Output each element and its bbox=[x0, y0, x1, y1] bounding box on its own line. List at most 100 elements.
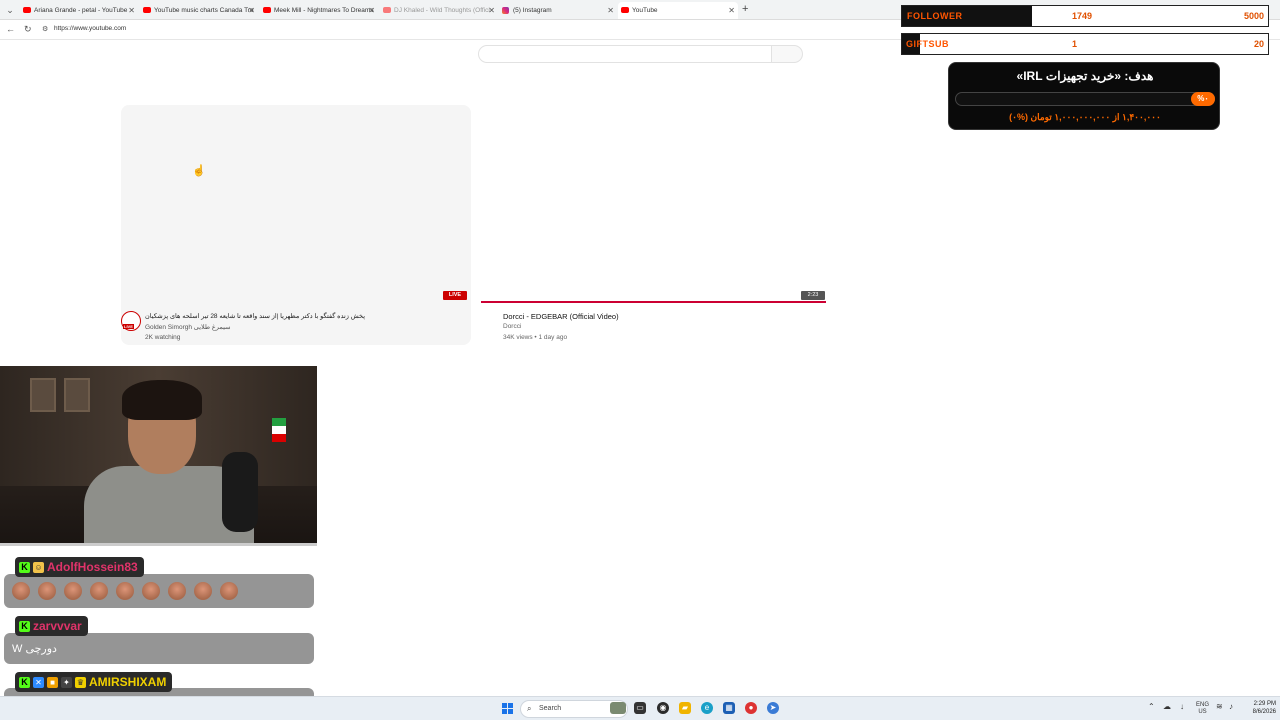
microphone bbox=[222, 452, 258, 532]
url-field[interactable]: https://www.youtube.com bbox=[54, 25, 126, 32]
tab-label: YouTube bbox=[632, 7, 658, 14]
chat-username[interactable]: zarvvvar bbox=[33, 619, 82, 633]
search-icon: ⌕ bbox=[527, 704, 532, 713]
kick-badge-icon: K bbox=[19, 620, 30, 632]
browser-tab-active[interactable]: YouTube ✕ bbox=[618, 2, 738, 19]
emote bbox=[116, 582, 134, 600]
youtube-icon bbox=[143, 7, 151, 13]
video-title[interactable]: پخش زنده گفتگو با دکتر مظهریا |از سند وا… bbox=[145, 312, 405, 320]
video-thumbnail[interactable] bbox=[121, 105, 471, 345]
wall-frame bbox=[30, 378, 56, 412]
region-label: US bbox=[1198, 709, 1207, 715]
wifi-icon[interactable]: ≋ bbox=[1216, 703, 1223, 711]
back-arrow-icon[interactable]: ← bbox=[6, 24, 15, 34]
sword-badge-icon: ✕ bbox=[33, 676, 44, 688]
kick-badge-icon: K bbox=[19, 561, 30, 573]
browser-tab[interactable]: YouTube music charts Canada Tre ✕ bbox=[140, 2, 258, 19]
browser-tab[interactable]: DJ Khaled - Wild Thoughts (Offici ✕ bbox=[380, 2, 498, 19]
goal-amount: ۱,۴۰۰,۰۰۰ از ۱,۰۰۰,۰۰۰,۰۰۰ تومان (%۰) bbox=[1009, 112, 1161, 122]
avatar-live-tag: LIVE bbox=[123, 324, 134, 329]
flag bbox=[272, 418, 286, 442]
chat-username-tag: K ☺ AdolfHossein83 bbox=[15, 557, 144, 577]
giftsub-goal: 20 bbox=[1253, 39, 1264, 49]
goal-title: هدف: «خرید تجهیزات IRL» bbox=[1016, 69, 1154, 83]
live-badge: LIVE bbox=[443, 291, 467, 300]
taskbar-search-placeholder: Search bbox=[539, 705, 562, 712]
giftsub-count: 1 bbox=[1072, 39, 1078, 49]
chrome-icon[interactable]: ● bbox=[745, 702, 757, 714]
close-icon[interactable]: ✕ bbox=[728, 2, 735, 19]
giftsub-label-block: GIFTSUB bbox=[902, 34, 949, 54]
chat-username[interactable]: AdolfHossein83 bbox=[47, 560, 138, 574]
emote bbox=[90, 582, 108, 600]
network-icon[interactable]: ☁ bbox=[1163, 703, 1171, 711]
clock-date: 8/6/2026 bbox=[1252, 709, 1276, 715]
youtube-icon bbox=[383, 7, 391, 13]
reload-icon[interactable]: ↻ bbox=[24, 24, 32, 35]
donation-goal-box: هدف: «خرید تجهیزات IRL» %۰ ۱,۴۰۰,۰۰۰ از … bbox=[948, 62, 1220, 130]
edge-browser-icon[interactable]: e bbox=[701, 702, 713, 714]
tab-search-dropdown-icon[interactable]: ⌄ bbox=[4, 4, 16, 16]
emoji-badge-icon: ☺ bbox=[33, 561, 44, 573]
browser-tab[interactable]: Meek Mill - Nightmares To Dreams ✕ bbox=[260, 2, 378, 19]
hand-cursor-icon: ☝ bbox=[192, 165, 206, 177]
close-icon[interactable]: ✕ bbox=[368, 2, 375, 19]
tab-label: Ariana Grande - petal - YouTube bbox=[34, 7, 128, 14]
tab-label: DJ Khaled - Wild Thoughts (Offici bbox=[394, 7, 490, 14]
kick-badge-icon: K bbox=[19, 676, 30, 688]
close-icon[interactable]: ✕ bbox=[488, 2, 495, 19]
video-meta: 34K views • 1 day ago bbox=[503, 334, 568, 341]
box-badge-icon: ■ bbox=[47, 676, 58, 688]
youtube-icon bbox=[263, 7, 271, 13]
emote bbox=[142, 582, 160, 600]
language-indicator[interactable]: ENG US bbox=[1196, 702, 1209, 716]
watch-progress-bar bbox=[481, 301, 826, 303]
volume-icon[interactable]: ♪ bbox=[1229, 703, 1233, 711]
goal-percent-badge: %۰ bbox=[1191, 92, 1215, 106]
download-icon[interactable]: ↓ bbox=[1180, 703, 1184, 711]
youtube-icon bbox=[23, 7, 31, 13]
new-tab-plus-icon[interactable]: + bbox=[742, 3, 748, 15]
close-icon[interactable]: ✕ bbox=[607, 2, 614, 19]
close-icon[interactable]: ✕ bbox=[128, 2, 135, 19]
language-label: ENG bbox=[1196, 702, 1210, 708]
search-input[interactable] bbox=[478, 45, 772, 63]
site-info-icon[interactable]: ⚙ bbox=[42, 25, 48, 33]
video-meta: 2K watching bbox=[145, 334, 181, 341]
browser-tab[interactable]: Ariana Grande - petal - YouTube ✕ bbox=[20, 2, 138, 19]
crown-badge-icon: ♛ bbox=[75, 676, 86, 688]
channel-name[interactable]: Golden Simorgh سیمرغ طلایی bbox=[145, 323, 231, 331]
youtube-icon bbox=[621, 7, 629, 13]
tab-label: (5) Instagram bbox=[513, 7, 552, 14]
streamer-hair bbox=[122, 380, 202, 420]
system-clock[interactable]: 2:29 PM 8/6/2026 bbox=[1240, 700, 1276, 716]
tab-label: Meek Mill - Nightmares To Dreams bbox=[274, 7, 374, 14]
store-icon[interactable]: ▦ bbox=[723, 702, 735, 714]
follower-label: FOLLOWER bbox=[902, 6, 1032, 26]
channel-avatar[interactable]: LIVE bbox=[121, 311, 141, 331]
telegram-icon[interactable]: ➤ bbox=[767, 702, 779, 714]
wall-frame bbox=[64, 378, 90, 412]
file-explorer-icon[interactable]: ▰ bbox=[679, 702, 691, 714]
browser-tab[interactable]: (5) Instagram ✕ bbox=[499, 2, 617, 19]
chat-username[interactable]: AMIRSHIXAM bbox=[89, 675, 166, 689]
star-badge-icon: ✦ bbox=[61, 676, 72, 688]
chat-username-tag: K ✕ ■ ✦ ♛ AMIRSHIXAM bbox=[15, 672, 173, 692]
chat-message bbox=[4, 574, 314, 608]
follower-count: 1749 bbox=[1072, 11, 1093, 21]
chevron-up-icon[interactable]: ⌃ bbox=[1148, 703, 1155, 711]
search-button[interactable] bbox=[771, 45, 803, 63]
follower-goal-bar: FOLLOWER 1749 5000 bbox=[901, 5, 1269, 27]
task-view-icon[interactable]: ▭ bbox=[634, 702, 646, 714]
duration-badge: 2:23 bbox=[801, 291, 825, 300]
emote bbox=[194, 582, 212, 600]
video-title[interactable]: Dorcci - EDGEBAR (Official Video) bbox=[503, 312, 619, 321]
chat-username-tag: K zarvvvar bbox=[15, 616, 88, 636]
instagram-icon bbox=[502, 7, 509, 14]
channel-name[interactable]: Dorcci bbox=[503, 323, 521, 330]
clock-time: 2:29 PM bbox=[1253, 701, 1276, 707]
close-icon[interactable]: ✕ bbox=[248, 2, 255, 19]
app-icon[interactable]: ◉ bbox=[657, 702, 669, 714]
windows-start-icon[interactable] bbox=[502, 703, 513, 714]
search-highlight-icon[interactable] bbox=[610, 702, 626, 714]
